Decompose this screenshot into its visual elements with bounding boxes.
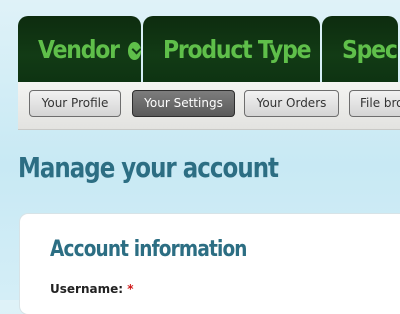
your-profile-button[interactable]: Your Profile (29, 90, 121, 117)
nav-tab-spec[interactable]: Spec (322, 16, 399, 82)
top-navigation: Vendor Product Type Spec (18, 16, 400, 82)
chevron-down-icon (127, 42, 142, 60)
account-information-panel: Account information Username: * (20, 214, 400, 314)
file-browser-button[interactable]: File bro (349, 90, 400, 117)
username-label-text: Username: (50, 282, 124, 296)
username-label: Username: * (50, 282, 134, 296)
nav-tab-label: Product Type (163, 34, 312, 64)
page-title: Manage your account (18, 151, 279, 184)
sub-navigation: Your Profile Your Settings Your Orders F… (18, 82, 400, 130)
nav-tab-product-type[interactable]: Product Type (143, 16, 321, 82)
your-orders-button[interactable]: Your Orders (244, 90, 339, 117)
nav-tab-vendor[interactable]: Vendor (18, 16, 142, 82)
section-title: Account information (50, 237, 247, 262)
your-settings-button[interactable]: Your Settings (132, 90, 235, 117)
nav-tab-label: Spec (342, 34, 398, 64)
required-marker: * (127, 282, 134, 296)
nav-tab-label: Vendor (38, 34, 120, 64)
